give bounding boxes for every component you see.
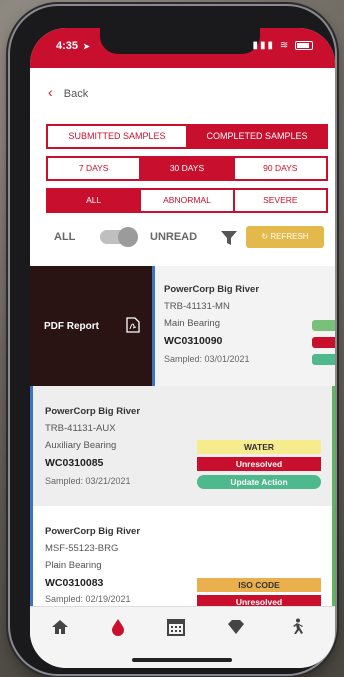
toggle-knob[interactable] (118, 227, 138, 247)
wifi-icon: ≋ (279, 40, 291, 51)
card-asset: TRB-41131-MN (164, 301, 230, 312)
tab-abnormal[interactable]: ABNORMAL (139, 190, 233, 211)
filter-bar: ALL UNREAD ↻ REFRESH (48, 226, 330, 250)
tab-all[interactable]: ALL (48, 190, 140, 211)
battery-icon (295, 40, 313, 50)
tab-30-days[interactable]: 30 DAYS (139, 158, 233, 179)
status-time: 4:35 ➤ (56, 40, 90, 52)
device-notch (100, 28, 260, 54)
card-wc-number: WC0310083 (45, 577, 104, 589)
refresh-button[interactable]: ↻ REFRESH (246, 226, 324, 248)
card-accent-bar (152, 266, 155, 386)
card-title: PowerCorp Big River (164, 284, 260, 295)
home-icon[interactable] (50, 617, 70, 637)
card-asset: MSF-55123-BRG (45, 543, 119, 554)
pdf-report-action[interactable]: PDF Report (30, 266, 152, 386)
filter-icon[interactable] (220, 229, 238, 247)
card-wc-number: WC0310085 (45, 457, 104, 469)
severity-tabs: ALL ABNORMAL SEVERE (46, 188, 328, 213)
card-sampled-date: Sampled: 03/21/2021 (45, 476, 131, 486)
sample-card[interactable]: PowerCorp Big River MSF-55123-BRG Plain … (30, 506, 335, 606)
card-component: Plain Bearing (45, 560, 102, 571)
status-icons: ▮▮▮ ≋ (253, 40, 313, 51)
date-range-tabs: 7 DAYS 30 DAYS 90 DAYS (46, 156, 328, 181)
card-asset: TRB-41131-AUX (45, 423, 116, 434)
back-button[interactable]: ‹ Back (48, 84, 88, 100)
location-icon: ➤ (83, 42, 90, 51)
back-label: Back (63, 88, 89, 100)
pdf-report-label: PDF Report (44, 321, 99, 332)
card-title: PowerCorp Big River (45, 406, 141, 417)
signal-icon: ▮▮▮ (252, 40, 276, 51)
card-sampled-date: Sampled: 02/19/2021 (45, 594, 131, 604)
water-badge: WATER (197, 440, 321, 454)
unread-label: UNREAD (150, 231, 198, 243)
tab-completed-samples[interactable]: COMPLETED SAMPLES (186, 126, 326, 147)
card-wc-number: WC0310090 (164, 335, 223, 347)
home-indicator (132, 658, 232, 662)
all-label: ALL (54, 231, 76, 243)
card-title: PowerCorp Big River (45, 526, 141, 537)
card-status-bar (332, 386, 335, 506)
unresolved-badge: Unresolved (197, 457, 321, 471)
card-status-bar (332, 506, 335, 606)
clock-text: 4:35 (56, 40, 79, 52)
status-badge-stub (312, 337, 335, 348)
tab-severe[interactable]: SEVERE (232, 190, 326, 211)
samples-list[interactable]: PDF Report PowerCorp Big River TRB-41131… (30, 266, 335, 606)
status-badge-stub (312, 320, 335, 331)
runner-icon[interactable] (286, 617, 306, 637)
calendar-icon[interactable] (166, 617, 186, 637)
unresolved-badge: Unresolved (197, 595, 321, 606)
card-component: Auxiliary Bearing (45, 440, 117, 451)
tab-90-days[interactable]: 90 DAYS (232, 158, 326, 179)
drop-icon[interactable] (108, 617, 128, 637)
sample-card[interactable]: PowerCorp Big River TRB-41131-AUX Auxili… (30, 386, 335, 506)
action-badge-stub (312, 354, 335, 365)
unread-toggle[interactable] (100, 227, 138, 247)
iso-code-badge: ISO CODE (197, 578, 321, 592)
chevron-left-icon: ‹ (48, 84, 53, 100)
tab-7-days[interactable]: 7 DAYS (48, 158, 140, 179)
card-sampled-date: Sampled: 03/01/2021 (164, 354, 250, 364)
phone-frame: 4:35 ➤ ▮▮▮ ≋ ‹ Back SUBMITTED SAMPLES CO… (10, 6, 335, 674)
update-action-button[interactable]: Update Action (197, 475, 321, 489)
sample-card[interactable]: PDF Report PowerCorp Big River TRB-41131… (30, 266, 335, 386)
pdf-icon (126, 317, 140, 333)
tab-submitted-samples[interactable]: SUBMITTED SAMPLES (48, 126, 186, 147)
status-bar: 4:35 ➤ ▮▮▮ ≋ (30, 28, 335, 68)
diamond-icon[interactable] (226, 617, 246, 637)
sample-type-tabs: SUBMITTED SAMPLES COMPLETED SAMPLES (46, 124, 328, 149)
card-component: Main Bearing (164, 318, 220, 329)
app-screen: 4:35 ➤ ▮▮▮ ≋ ‹ Back SUBMITTED SAMPLES CO… (30, 28, 335, 668)
